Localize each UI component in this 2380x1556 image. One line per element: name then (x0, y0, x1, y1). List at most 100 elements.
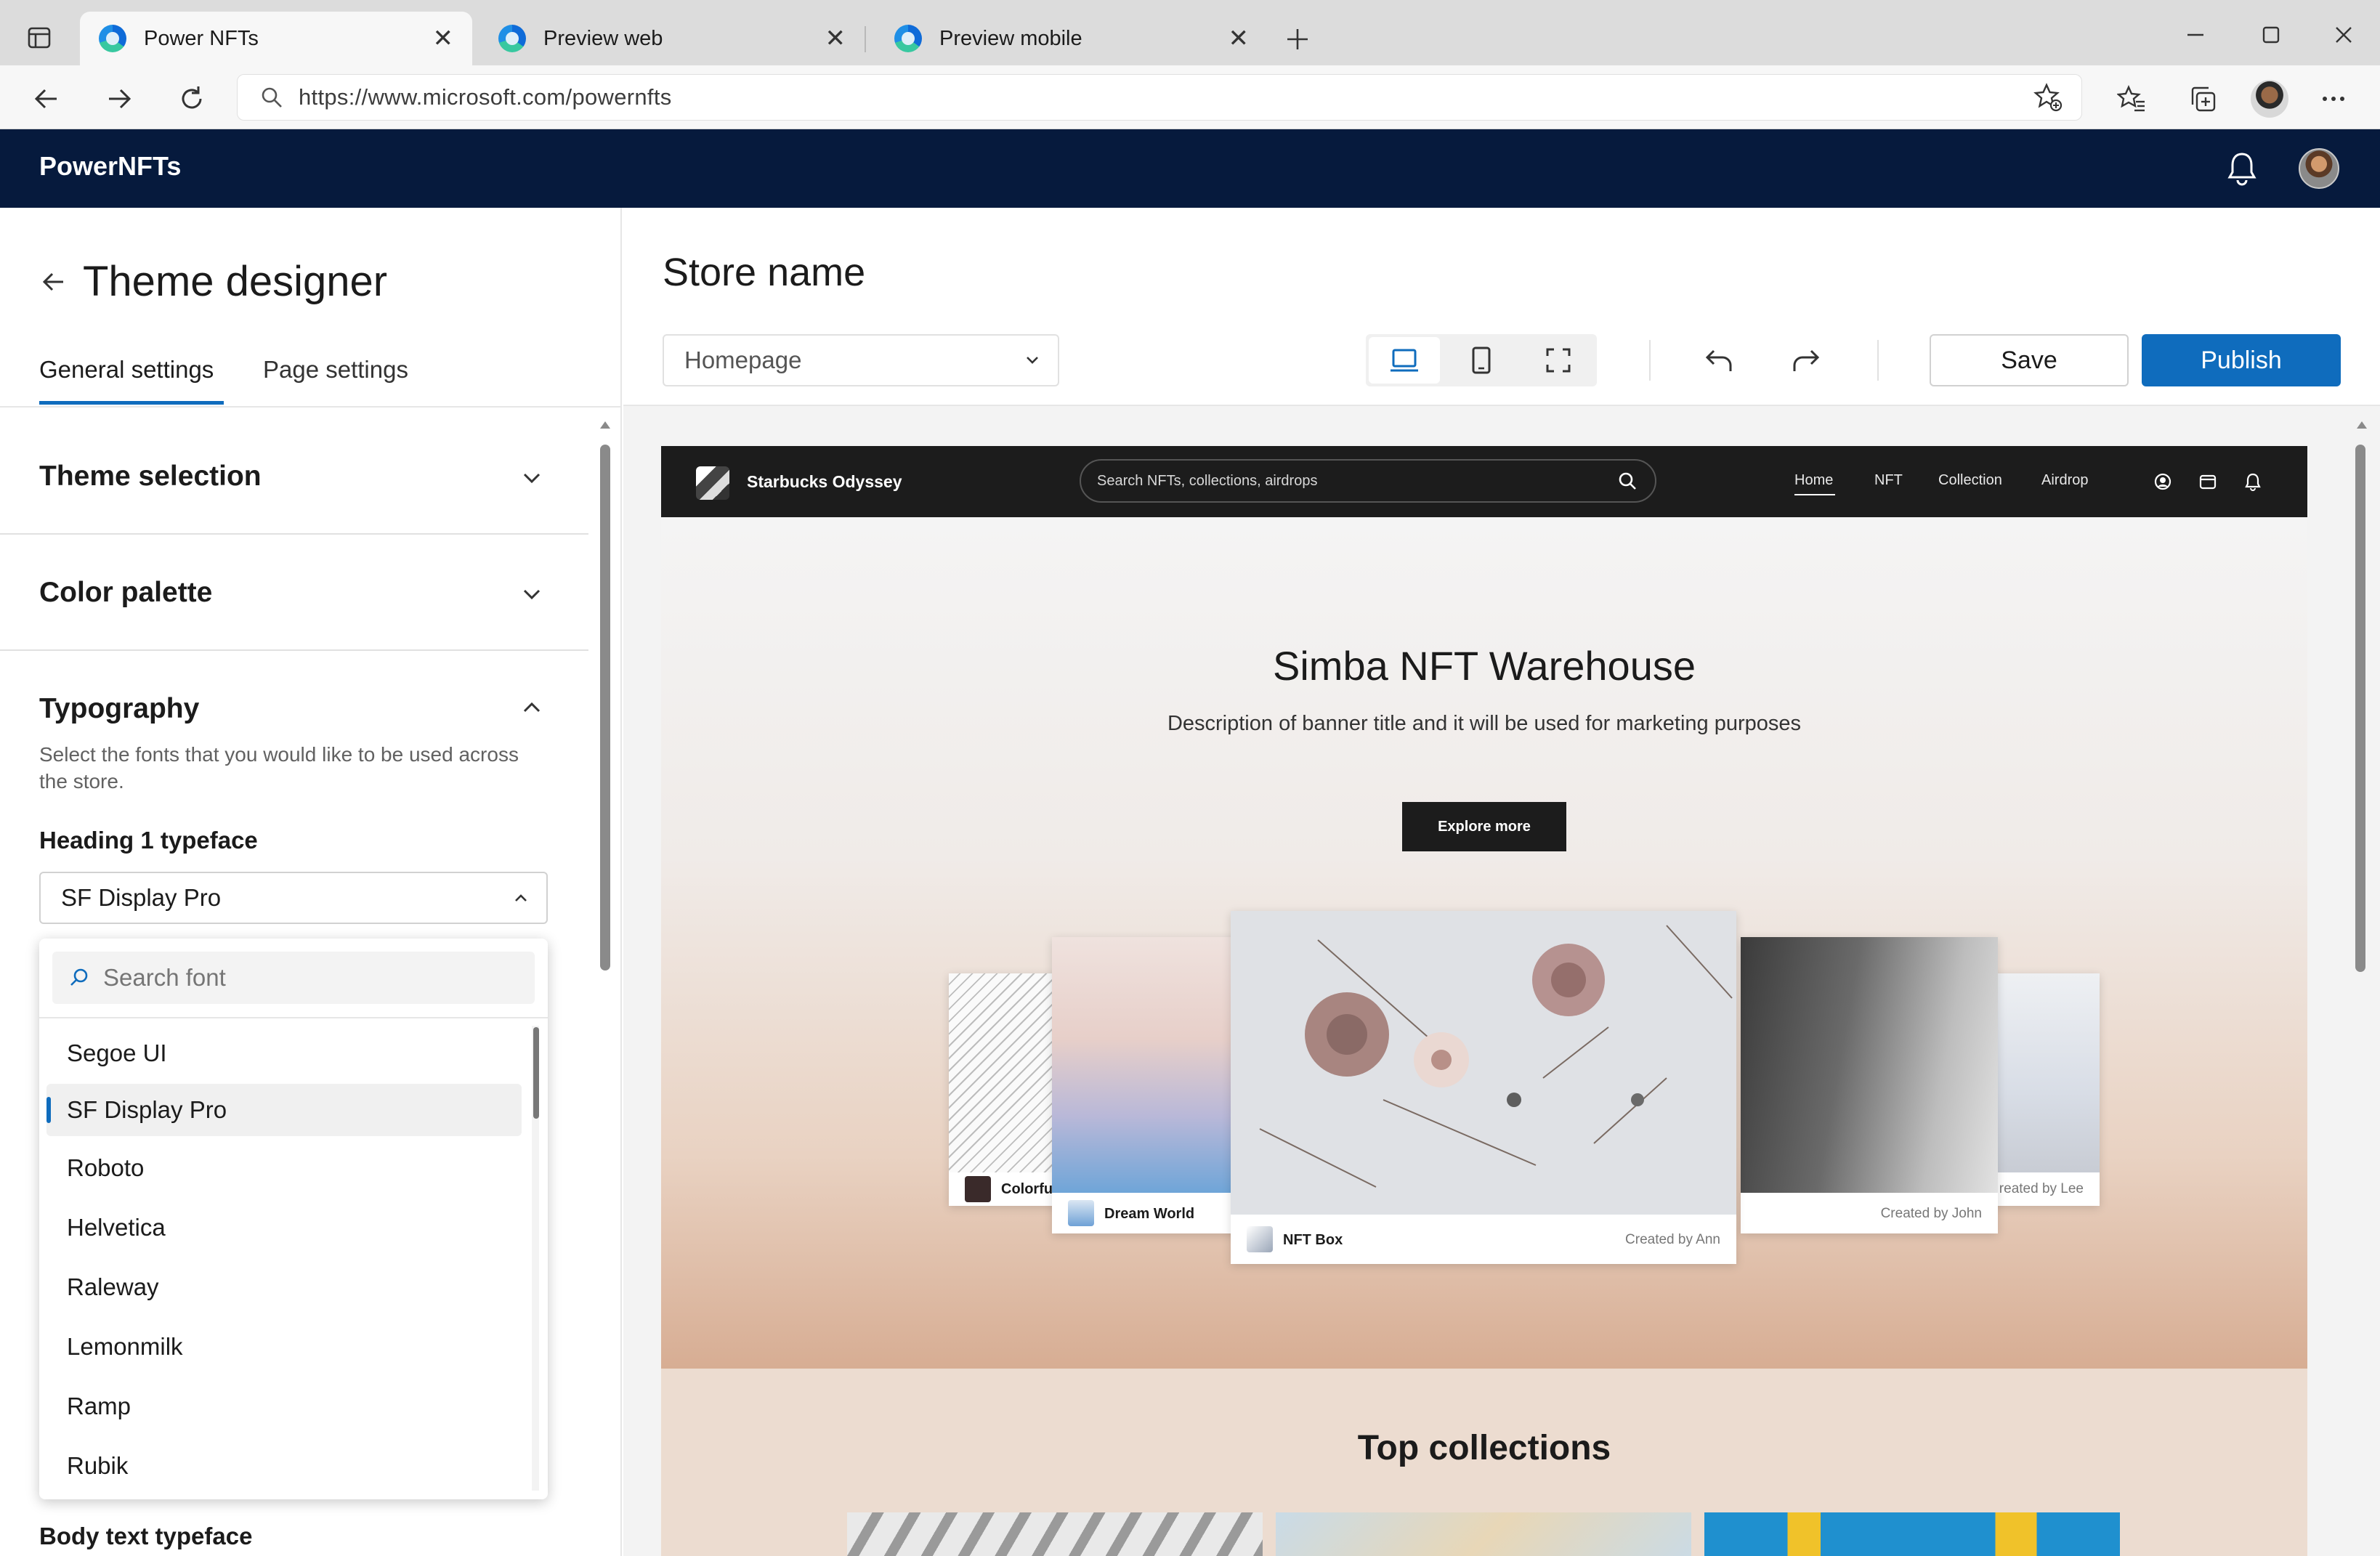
scroll-up-arrow-icon[interactable] (599, 420, 612, 430)
store-name-title: Store name (663, 251, 866, 294)
new-tab-icon[interactable] (1280, 22, 1315, 57)
typography-description: Select the fonts that you would like to … (39, 743, 519, 793)
select-value: Homepage (684, 347, 802, 373)
edge-logo-icon (894, 25, 922, 52)
minimize-window-icon[interactable] (2178, 17, 2213, 52)
font-option-raleway[interactable]: Raleway (46, 1261, 522, 1313)
undo-icon[interactable] (1700, 341, 1739, 381)
browser-tab-preview-web[interactable]: Preview web ✕ (479, 12, 865, 65)
collection-tile-1[interactable] (847, 1512, 1263, 1556)
app-brand[interactable]: PowerNFTs (39, 151, 181, 182)
section-divider (0, 533, 588, 535)
save-button[interactable]: Save (1930, 334, 2129, 386)
search-icon (68, 967, 90, 989)
redo-icon[interactable] (1786, 341, 1825, 381)
tab-page-settings[interactable]: Page settings (263, 356, 408, 384)
nft-card-right[interactable]: Created by John (1741, 937, 1998, 1233)
tablet-icon (1470, 346, 1492, 375)
browser-tab-power-nfts[interactable]: Power NFTs ✕ (80, 12, 472, 65)
chevron-up-icon[interactable] (519, 694, 545, 721)
chevron-up-icon (511, 888, 530, 907)
store-nav-home[interactable]: Home (1794, 472, 1833, 489)
tab-close-icon[interactable]: ✕ (825, 24, 846, 53)
device-preview-toggle (1366, 334, 1597, 386)
account-icon[interactable] (2153, 472, 2172, 491)
profile-avatar[interactable] (2251, 80, 2288, 118)
tab-title: Preview mobile (939, 26, 1082, 50)
wallet-icon[interactable] (2198, 472, 2217, 491)
store-nav-collection[interactable]: Collection (1938, 472, 2002, 489)
store-nav-nft[interactable]: NFT (1874, 472, 1903, 489)
scroll-up-arrow-icon[interactable] (2355, 420, 2368, 430)
chevron-down-icon[interactable] (519, 581, 545, 607)
search-font-input[interactable] (103, 964, 510, 992)
tab-title: Preview web (543, 26, 663, 50)
back-arrow-icon[interactable] (38, 266, 70, 298)
collection-tile-2[interactable] (1276, 1512, 1691, 1556)
forward-icon[interactable] (99, 78, 139, 119)
user-avatar[interactable] (2299, 148, 2339, 189)
favorites-icon[interactable] (2111, 78, 2152, 119)
fullscreen-view-button[interactable] (1523, 337, 1594, 384)
tab-actions-icon[interactable] (25, 23, 54, 52)
search-font-box[interactable] (52, 952, 535, 1004)
heading1-typeface-select[interactable]: SF Display Pro (39, 872, 548, 924)
color-palette-header[interactable]: Color palette (39, 577, 212, 609)
nft-card-center[interactable]: NFT Box Created by Ann (1231, 911, 1736, 1264)
back-icon[interactable] (26, 78, 67, 119)
browser-tab-preview-mobile[interactable]: Preview mobile ✕ (875, 12, 1268, 65)
laptop-icon (1388, 347, 1420, 373)
nft-name: Dream World (1104, 1206, 1195, 1222)
nft-image-dried-flowers (1231, 911, 1736, 1215)
notifications-bell-icon[interactable] (2222, 148, 2262, 189)
store-logo[interactable] (696, 466, 729, 500)
explore-more-button[interactable]: Explore more (1402, 802, 1566, 851)
font-option-sf-display-pro[interactable]: SF Display Pro (46, 1084, 522, 1136)
font-option-roboto[interactable]: Roboto (46, 1142, 522, 1194)
page-select-dropdown[interactable]: Homepage (663, 334, 1059, 386)
publish-button[interactable]: Publish (2142, 334, 2341, 386)
toolbar-divider (1649, 340, 1651, 381)
tab-close-icon[interactable]: ✕ (1229, 24, 1250, 53)
more-options-icon[interactable] (2313, 78, 2354, 119)
nft-image-portrait (1741, 937, 1998, 1193)
store-search-box[interactable]: Search NFTs, collections, airdrops (1080, 459, 1656, 503)
store-preview: Starbucks Odyssey Search NFTs, collectio… (661, 446, 2307, 1556)
font-option-helvetica[interactable]: Helvetica (46, 1202, 522, 1254)
heading1-typeface-label: Heading 1 typeface (39, 827, 258, 854)
close-window-icon[interactable] (2326, 17, 2361, 52)
tab-general-settings[interactable]: General settings (39, 356, 214, 384)
top-collections-title: Top collections (1357, 1429, 1611, 1467)
nft-thumbnail (1068, 1200, 1094, 1226)
store-nav-airdrop[interactable]: Airdrop (2041, 472, 2088, 489)
dropdown-scrollbar-thumb[interactable] (533, 1027, 539, 1119)
address-bar[interactable]: https://www.microsoft.com/powernfts (237, 74, 2082, 121)
tab-divider (865, 26, 866, 52)
font-option-segoe-ui[interactable]: Segoe UI (46, 1027, 522, 1079)
tablet-view-button[interactable] (1446, 337, 1517, 384)
typography-header[interactable]: Typography (39, 693, 199, 725)
desktop-view-button[interactable] (1369, 337, 1440, 384)
store-title[interactable]: Starbucks Odyssey (747, 472, 902, 492)
maximize-window-icon[interactable] (2254, 17, 2288, 52)
font-option-rubik[interactable]: Rubik (46, 1440, 522, 1492)
font-option-lemonmilk[interactable]: Lemonmilk (46, 1321, 522, 1373)
add-favorite-icon[interactable] (2033, 83, 2063, 112)
font-dropdown-list: Segoe UI SF Display Pro Roboto Helvetica… (39, 939, 548, 1499)
dropdown-divider (39, 1017, 548, 1018)
refresh-icon[interactable] (171, 78, 212, 119)
tab-close-icon[interactable]: ✕ (433, 24, 454, 53)
chevron-down-icon[interactable] (519, 465, 545, 491)
font-option-ramp[interactable]: Ramp (46, 1380, 522, 1433)
collections-icon[interactable] (2182, 78, 2223, 119)
store-bell-icon[interactable] (2243, 472, 2262, 491)
tabs-divider (0, 406, 622, 408)
app-header (0, 129, 2380, 208)
store-search-placeholder: Search NFTs, collections, airdrops (1097, 472, 1318, 489)
preview-scrollbar-thumb[interactable] (2355, 445, 2365, 972)
theme-selection-header[interactable]: Theme selection (39, 461, 262, 493)
active-nav-underline (1794, 494, 1835, 495)
left-panel-scrollbar-thumb[interactable] (600, 445, 610, 971)
nft-creator: Created by John (1880, 1206, 1982, 1221)
collection-tile-3[interactable] (1704, 1512, 2120, 1556)
